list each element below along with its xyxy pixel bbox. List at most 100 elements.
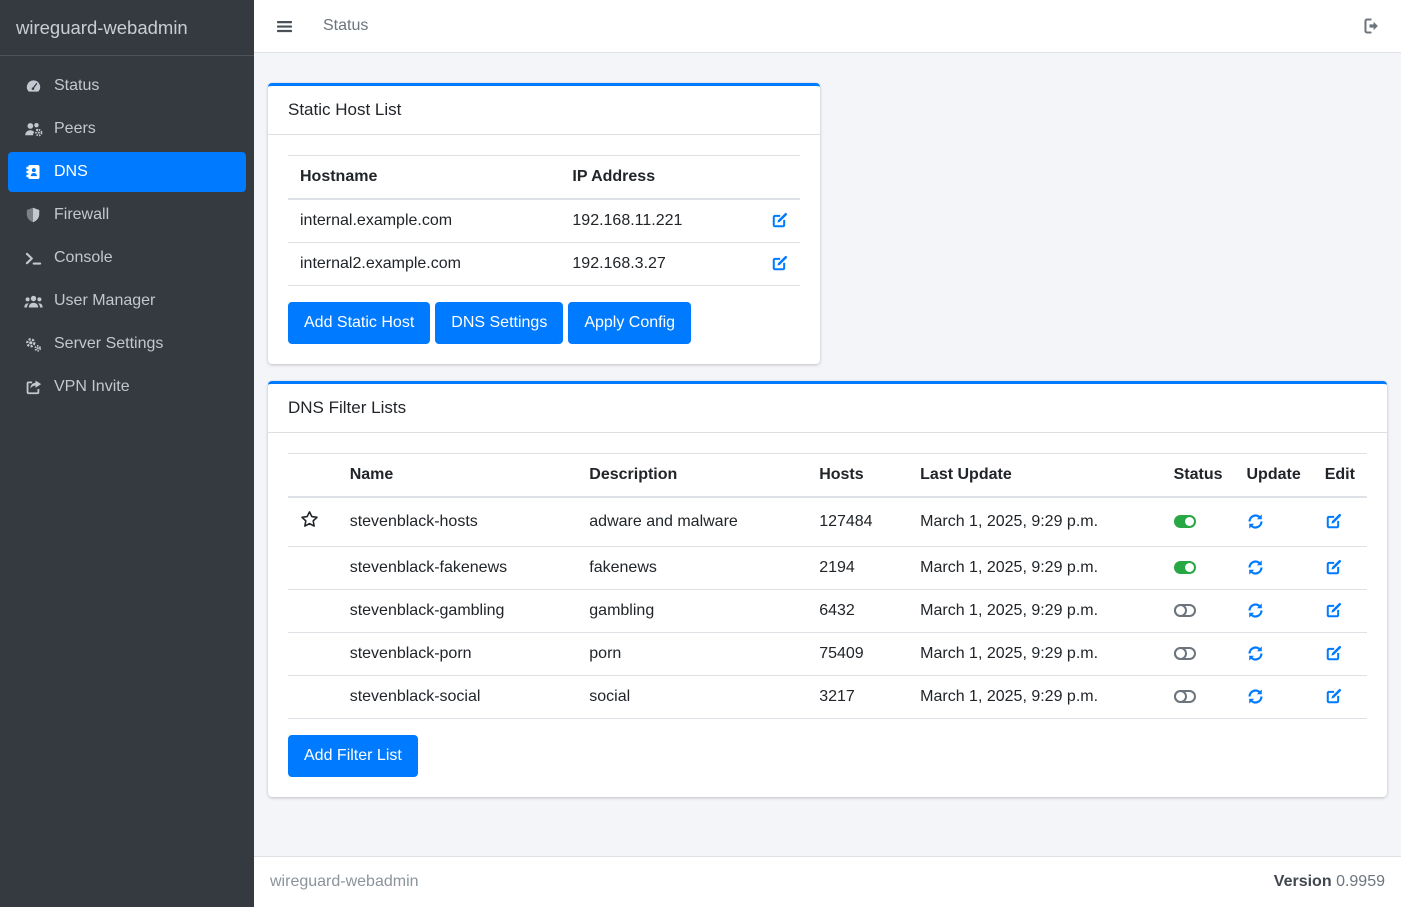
dns-settings-button[interactable]: DNS Settings [435,302,563,344]
filter-edit-cell [1313,547,1367,590]
star-icon[interactable] [300,510,319,529]
dns-filter-table: Name Description Hosts Last Update Statu… [288,453,1367,719]
edit-filter-list-button[interactable] [1325,645,1342,662]
sidebar-item-user-manager[interactable]: User Manager [8,281,246,321]
status-toggle-off-icon[interactable] [1174,647,1196,660]
column-header-static-edit [759,156,800,200]
terminal-icon [20,250,46,267]
filter-hosts-cell: 127484 [807,497,908,547]
update-filter-list-button[interactable] [1247,513,1264,530]
filter-last-update-cell: March 1, 2025, 9:29 p.m. [908,547,1161,590]
column-header-hosts: Hosts [807,454,908,498]
static-host-buttons: Add Static Host DNS Settings Apply Confi… [288,302,800,344]
filter-list-row: stevenblack-pornporn75409March 1, 2025, … [288,633,1367,676]
column-header-ip: IP Address [560,156,759,200]
filter-last-update-cell: March 1, 2025, 9:29 p.m. [908,676,1161,719]
filter-last-update-cell: March 1, 2025, 9:29 p.m. [908,590,1161,633]
main-column: Status Static Host List Hostname IP Addr… [254,0,1401,907]
filter-edit-cell [1313,497,1367,547]
static-host-table: Hostname IP Address internal.example.com… [288,155,800,286]
footer-version-label: Version [1274,873,1332,890]
static-host-card-body: Hostname IP Address internal.example.com… [268,135,820,364]
sidebar-item-server-settings[interactable]: Server Settings [8,324,246,364]
filter-description-cell: fakenews [577,547,807,590]
filter-name-cell: stevenblack-hosts [338,497,578,547]
filter-list-row: stevenblack-hostsadware and malware12748… [288,497,1367,547]
filter-edit-cell [1313,633,1367,676]
update-filter-list-button[interactable] [1247,559,1264,576]
column-header-star [288,454,338,498]
add-static-host-button[interactable]: Add Static Host [288,302,430,344]
users-cog-icon [20,121,46,137]
filter-last-update-cell: March 1, 2025, 9:29 p.m. [908,633,1161,676]
update-filter-list-button[interactable] [1247,645,1264,662]
ip-address-cell: 192.168.3.27 [560,243,759,286]
column-header-hostname: Hostname [288,156,560,200]
users-icon [20,294,46,309]
edit-filter-list-button[interactable] [1325,513,1342,530]
filter-name-cell: stevenblack-fakenews [338,547,578,590]
edit-static-host-button[interactable] [771,255,788,272]
menu-toggle-icon[interactable] [276,18,293,35]
filter-update-cell [1235,633,1313,676]
update-filter-list-button[interactable] [1247,602,1264,619]
star-cell [288,633,338,676]
filter-list-row: stevenblack-gamblinggambling6432March 1,… [288,590,1367,633]
sidebar-item-label: Server Settings [54,336,163,352]
status-toggle-on-icon[interactable] [1174,515,1196,528]
star-cell [288,590,338,633]
sidebar: wireguard-webadmin Status Peers DNS Firewal… [0,0,254,907]
footer-version: Version 0.9959 [1274,873,1385,891]
filter-update-cell [1235,676,1313,719]
filter-update-cell [1235,590,1313,633]
column-header-edit: Edit [1313,454,1367,498]
sidebar-item-label: Firewall [54,207,109,223]
static-host-card-title: Static Host List [288,100,401,119]
sidebar-item-peers[interactable]: Peers [8,109,246,149]
content-area: Static Host List Hostname IP Address int… [254,53,1401,856]
filter-edit-cell [1313,676,1367,719]
sidebar-item-label: Status [54,78,99,94]
update-filter-list-button[interactable] [1247,688,1264,705]
status-toggle-off-icon[interactable] [1174,690,1196,703]
filter-name-cell: stevenblack-social [338,676,578,719]
shield-icon [20,207,46,223]
sidebar-item-status[interactable]: Status [8,66,246,106]
edit-filter-list-button[interactable] [1325,559,1342,576]
footer-version-value: 0.9959 [1336,873,1385,890]
status-toggle-off-icon[interactable] [1174,604,1196,617]
filter-card-header: DNS Filter Lists [268,384,1387,433]
sidebar-item-dns[interactable]: DNS [8,152,246,192]
filter-description-cell: social [577,676,807,719]
sidebar-item-label: Peers [54,121,96,137]
add-filter-list-button[interactable]: Add Filter List [288,735,418,777]
filter-description-cell: adware and malware [577,497,807,547]
top-navbar: Status [254,0,1401,53]
star-cell [288,497,338,547]
filter-update-cell [1235,497,1313,547]
static-host-row: internal2.example.com192.168.3.27 [288,243,800,286]
column-header-update: Update [1235,454,1313,498]
sidebar-item-vpn-invite[interactable]: VPN Invite [8,367,246,407]
filter-hosts-cell: 75409 [807,633,908,676]
edit-filter-list-button[interactable] [1325,602,1342,619]
column-header-status: Status [1162,454,1235,498]
apply-config-button[interactable]: Apply Config [568,302,691,344]
footer-brand-text: wireguard-webadmin [270,873,419,891]
filter-description-cell: porn [577,633,807,676]
sidebar-item-console[interactable]: Console [8,238,246,278]
filter-list-row: stevenblack-socialsocial3217March 1, 202… [288,676,1367,719]
sidebar-item-label: VPN Invite [54,379,130,395]
edit-filter-list-button[interactable] [1325,688,1342,705]
sidebar-item-firewall[interactable]: Firewall [8,195,246,235]
static-host-card-header: Static Host List [268,86,820,135]
tachometer-icon [20,78,46,95]
navbar-link-status[interactable]: Status [323,17,368,35]
filter-status-cell [1162,590,1235,633]
edit-static-host-button[interactable] [771,212,788,229]
hostname-cell: internal.example.com [288,199,560,243]
brand-link[interactable]: wireguard-webadmin [0,0,254,56]
status-toggle-on-icon[interactable] [1174,561,1196,574]
logout-icon[interactable] [1363,17,1381,35]
filter-hosts-cell: 3217 [807,676,908,719]
